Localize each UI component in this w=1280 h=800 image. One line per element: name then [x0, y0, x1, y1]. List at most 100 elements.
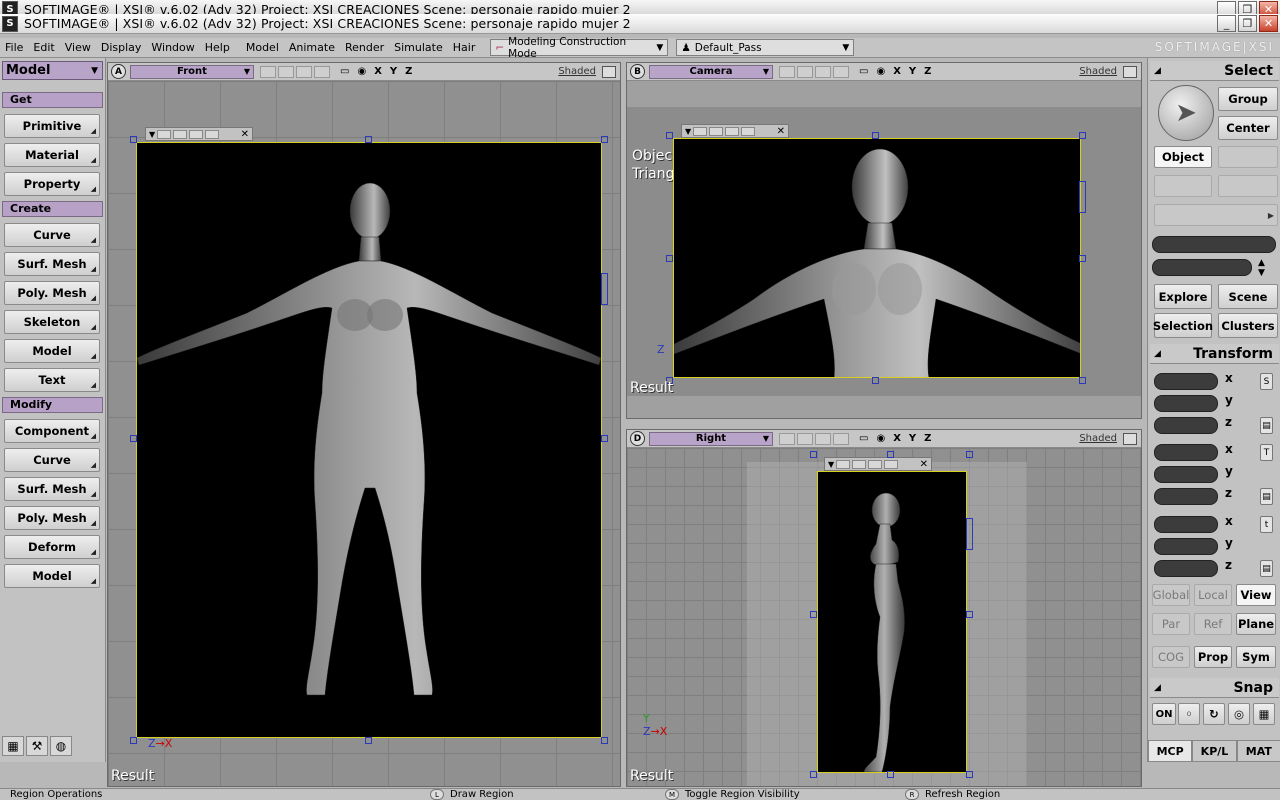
- select-empty-button-1[interactable]: [1218, 146, 1278, 168]
- translate-z-label[interactable]: z: [1225, 558, 1232, 572]
- view-button[interactable]: View: [1236, 584, 1276, 606]
- menu-render[interactable]: Render: [340, 41, 389, 54]
- maximize-icon[interactable]: [602, 65, 616, 78]
- select-value-field[interactable]: [1152, 259, 1252, 276]
- prop-button[interactable]: Prop: [1194, 646, 1232, 668]
- scene-button[interactable]: Scene: [1218, 284, 1278, 309]
- axis-y-label[interactable]: Y: [909, 433, 916, 444]
- render-region-right[interactable]: [817, 471, 967, 773]
- viewport-b[interactable]: B Camera ▼ ▭ ◉ X Y Z Shaded Objec Triang ▼…: [626, 62, 1142, 419]
- viewport-d-letter[interactable]: D: [630, 431, 645, 446]
- up-down-arrows-icon[interactable]: ▲ ▼: [1258, 258, 1265, 278]
- render-region-front[interactable]: [136, 142, 602, 738]
- get-material-button[interactable]: Material ◢: [4, 143, 100, 167]
- scale-y-label[interactable]: y: [1225, 393, 1233, 407]
- viewport-b-display-mode[interactable]: Shaded: [1079, 66, 1117, 77]
- select-center-button[interactable]: Center: [1218, 116, 1278, 140]
- scale-x-label[interactable]: x: [1225, 371, 1233, 385]
- get-primitive-button[interactable]: Primitive ◢: [4, 114, 100, 138]
- modify-surf-mesh-button[interactable]: Surf. Mesh ◢: [4, 477, 100, 501]
- menu-help[interactable]: Help: [200, 41, 235, 54]
- render-region-toolbar[interactable]: ▼ ✕: [145, 127, 253, 141]
- viewport-b-letter[interactable]: B: [630, 64, 645, 79]
- create-text-button[interactable]: Text ◢: [4, 368, 100, 392]
- translate-y-label[interactable]: y: [1225, 536, 1233, 550]
- translate-tool-icon[interactable]: t: [1260, 516, 1273, 533]
- create-model-button[interactable]: Model ◢: [4, 339, 100, 363]
- modify-component-button[interactable]: Component ◢: [4, 419, 100, 443]
- rotate-z-label[interactable]: z: [1225, 486, 1232, 500]
- axis-y-label[interactable]: Y: [390, 66, 397, 77]
- local-button[interactable]: Local: [1194, 584, 1232, 606]
- viewport-a-memo-slots[interactable]: [260, 65, 330, 78]
- menu-simulate[interactable]: Simulate: [389, 41, 448, 54]
- axis-x-label[interactable]: X: [374, 66, 382, 77]
- sym-button[interactable]: Sym: [1236, 646, 1276, 668]
- axis-z-label[interactable]: Z: [924, 66, 931, 77]
- render-region-camera[interactable]: [673, 138, 1081, 378]
- restore-button[interactable]: ❐: [1238, 15, 1257, 32]
- camera-icon[interactable]: ▭: [859, 433, 868, 444]
- viewport-a-camera-menu[interactable]: Front ▼: [130, 64, 254, 79]
- global-button[interactable]: Global: [1152, 584, 1190, 606]
- scene-layout-icon[interactable]: ▦: [2, 736, 24, 756]
- camera-icon[interactable]: ▭: [859, 66, 868, 77]
- render-region-toolbar[interactable]: ▼ ✕: [681, 124, 789, 138]
- translate-lock-icon[interactable]: ▤: [1260, 560, 1273, 577]
- rotate-y-label[interactable]: y: [1225, 464, 1233, 478]
- close-button[interactable]: ✕: [1259, 15, 1278, 32]
- select-empty-button-3[interactable]: [1218, 175, 1278, 197]
- axis-x-label[interactable]: X: [893, 66, 901, 77]
- plane-button[interactable]: Plane: [1236, 613, 1276, 635]
- snap-grid-icon[interactable]: ▦: [1253, 703, 1275, 725]
- cog-button[interactable]: COG: [1152, 646, 1190, 668]
- select-empty-button-2[interactable]: [1154, 175, 1212, 197]
- viewport-b-memo-slots[interactable]: [779, 65, 849, 78]
- select-object-button[interactable]: Object: [1154, 146, 1212, 168]
- section-modify[interactable]: Modify: [2, 397, 103, 413]
- menu-edit[interactable]: Edit: [28, 41, 59, 54]
- snap-surface-icon[interactable]: ◎: [1228, 703, 1250, 725]
- maximize-icon[interactable]: [1123, 432, 1137, 445]
- create-skeleton-button[interactable]: Skeleton ◢: [4, 310, 100, 334]
- modify-poly-mesh-button[interactable]: Poly. Mesh ◢: [4, 506, 100, 530]
- tab-mat[interactable]: MAT: [1236, 740, 1280, 762]
- translate-x-label[interactable]: x: [1225, 514, 1233, 528]
- tab-kpl[interactable]: KP/L: [1192, 740, 1237, 762]
- scale-lock-icon[interactable]: ▤: [1260, 417, 1273, 434]
- par-button[interactable]: Par: [1152, 613, 1190, 635]
- construction-mode-select[interactable]: ⌐ Modeling Construction Mode ▼: [490, 36, 669, 60]
- menu-animate[interactable]: Animate: [284, 41, 340, 54]
- modify-deform-button[interactable]: Deform ◢: [4, 535, 100, 559]
- selection-button[interactable]: Selection: [1153, 313, 1213, 338]
- close-icon[interactable]: ✕: [920, 459, 928, 470]
- scale-tool-icon[interactable]: S: [1260, 373, 1273, 390]
- rotate-x-label[interactable]: x: [1225, 442, 1233, 456]
- create-curve-button[interactable]: Curve ◢: [4, 223, 100, 247]
- scale-x-field[interactable]: [1154, 373, 1218, 390]
- translate-x-field[interactable]: [1154, 516, 1218, 533]
- select-panel-header[interactable]: ◢ Select: [1150, 61, 1279, 81]
- tools-icon[interactable]: ⚒: [26, 736, 48, 756]
- rotate-tool-icon[interactable]: T: [1260, 444, 1273, 461]
- create-surf-mesh-button[interactable]: Surf. Mesh ◢: [4, 252, 100, 276]
- close-icon[interactable]: ✕: [777, 126, 785, 137]
- clusters-button[interactable]: Clusters: [1218, 313, 1278, 338]
- create-poly-mesh-button[interactable]: Poly. Mesh ◢: [4, 281, 100, 305]
- select-group-button[interactable]: Group: [1218, 87, 1278, 111]
- modify-curve-button[interactable]: Curve ◢: [4, 448, 100, 472]
- viewport-d-camera-menu[interactable]: Right ▼: [649, 431, 773, 446]
- camera-icon[interactable]: ▭: [340, 66, 349, 77]
- module-select[interactable]: Model ▼: [2, 61, 103, 80]
- rotate-y-field[interactable]: [1154, 466, 1218, 483]
- rotate-lock-icon[interactable]: ▤: [1260, 488, 1273, 505]
- eye-icon[interactable]: ◉: [876, 66, 885, 77]
- render-region-toolbar[interactable]: ▼ ✕: [824, 457, 932, 471]
- section-get[interactable]: Get: [2, 92, 103, 108]
- axis-x-label[interactable]: X: [893, 433, 901, 444]
- axis-y-label[interactable]: Y: [909, 66, 916, 77]
- translate-z-field[interactable]: [1154, 560, 1218, 577]
- section-create[interactable]: Create: [2, 201, 103, 217]
- scale-z-label[interactable]: z: [1225, 415, 1232, 429]
- select-arrow-icon[interactable]: ➤: [1158, 85, 1214, 141]
